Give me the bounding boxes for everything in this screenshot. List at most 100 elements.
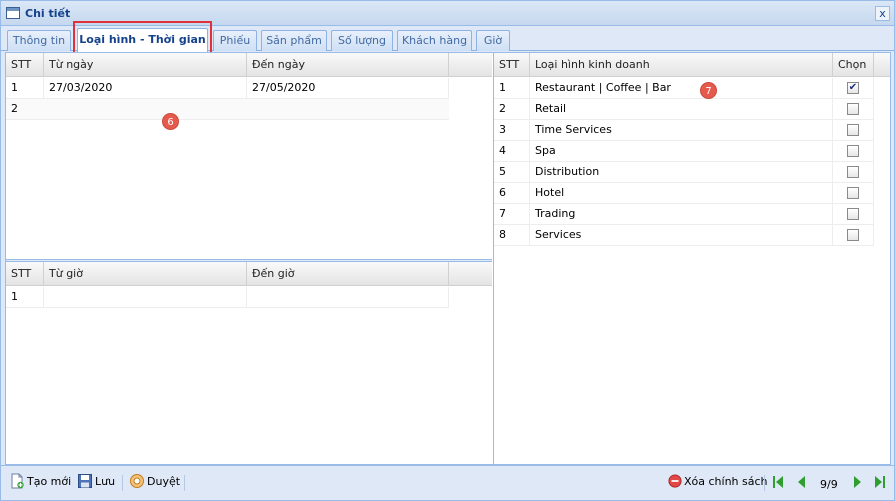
- save-button-label: Lưu: [95, 475, 116, 488]
- checkbox[interactable]: [847, 187, 859, 199]
- table-row[interactable]: 1 27/03/2020 27/05/2020: [6, 78, 449, 99]
- delete-policy-label: Xóa chính sách: [684, 475, 768, 488]
- annotation-badge-6: 6: [162, 113, 179, 130]
- cell-stt: 1: [494, 78, 530, 99]
- tab-phieu[interactable]: Phiếu: [213, 30, 257, 51]
- cell-from-time[interactable]: [44, 287, 247, 308]
- table-row[interactable]: 7 Trading: [494, 204, 874, 225]
- toolbar-separator: [122, 475, 123, 491]
- table-row[interactable]: 1 Restaurant | Coffee | Bar ✔: [494, 78, 874, 99]
- cell-select: [833, 162, 874, 183]
- tab-bar: Thông tin Loại hình - Thời gian Phiếu Sả…: [1, 27, 894, 52]
- annotation-badge-7: 7: [700, 82, 717, 99]
- checkbox[interactable]: [847, 103, 859, 115]
- date-grid-header: STT Từ ngày Đến ngày: [6, 53, 492, 77]
- delete-policy-button[interactable]: Xóa chính sách: [668, 473, 768, 493]
- business-type-pane: STT Loại hình kinh doanh Chọn 1 Restauran…: [493, 53, 890, 464]
- time-grid-header: STT Từ giờ Đến giờ: [6, 262, 492, 286]
- new-button[interactable]: Tạo mới: [9, 473, 71, 493]
- col-stt[interactable]: STT: [6, 53, 44, 77]
- col-tu-ngay[interactable]: Từ ngày: [44, 53, 247, 77]
- business-grid-header: STT Loại hình kinh doanh Chọn: [494, 53, 890, 77]
- tab-content: STT Từ ngày Đến ngày 1 27/03/2020 27/05/…: [5, 52, 891, 465]
- last-page-icon[interactable]: [874, 475, 886, 489]
- cell-select: [833, 120, 874, 141]
- save-icon: [78, 474, 92, 488]
- toolbar-separator: [184, 475, 185, 491]
- first-page-icon[interactable]: [772, 475, 784, 489]
- col-stt[interactable]: STT: [494, 53, 530, 77]
- cell-business-type: Spa: [530, 141, 833, 162]
- col-chon[interactable]: Chọn: [833, 53, 874, 77]
- table-row[interactable]: 2 Retail: [494, 99, 874, 120]
- cell-stt: 2: [11, 102, 18, 115]
- col-den-ngay[interactable]: Đến ngày: [247, 53, 449, 77]
- time-range-grid: STT Từ giờ Đến giờ 1: [6, 262, 492, 464]
- table-row[interactable]: 6 Hotel: [494, 183, 874, 204]
- checkbox[interactable]: [847, 166, 859, 178]
- table-row[interactable]: 2: [6, 99, 449, 120]
- cell-business-type: Trading: [530, 204, 833, 225]
- new-document-icon: [11, 473, 24, 489]
- cell-to-date[interactable]: 27/05/2020: [247, 78, 449, 99]
- detail-window: Chi tiết x Thông tin Loại hình - Thời gi…: [0, 0, 895, 501]
- checkbox[interactable]: [847, 145, 859, 157]
- checkbox-checked[interactable]: ✔: [847, 82, 859, 94]
- tab-loai-hinh-thoi-gian[interactable]: Loại hình - Thời gian: [77, 28, 208, 52]
- cell-stt: 8: [494, 225, 530, 246]
- table-row[interactable]: 3 Time Services: [494, 120, 874, 141]
- cell-stt: 1: [6, 78, 44, 99]
- cell-to-time[interactable]: [247, 287, 449, 308]
- cell-select: [833, 204, 874, 225]
- cell-select: [833, 183, 874, 204]
- col-tu-gio[interactable]: Từ giờ: [44, 262, 247, 286]
- approve-button-label: Duyệt: [147, 475, 181, 488]
- cell-stt: 5: [494, 162, 530, 183]
- new-button-label: Tạo mới: [27, 475, 72, 488]
- table-row[interactable]: 1: [6, 287, 449, 308]
- approve-button[interactable]: Duyệt: [129, 473, 180, 493]
- checkbox[interactable]: [847, 208, 859, 220]
- cell-stt: 2: [494, 99, 530, 120]
- checkbox[interactable]: [847, 229, 859, 241]
- date-range-grid: STT Từ ngày Đến ngày 1 27/03/2020 27/05/…: [6, 53, 492, 259]
- table-row[interactable]: 5 Distribution: [494, 162, 874, 183]
- tab-so-luong[interactable]: Số lượng: [331, 30, 393, 51]
- close-icon[interactable]: x: [875, 6, 890, 21]
- cell-business-type: Time Services: [530, 120, 833, 141]
- prev-page-icon[interactable]: [795, 475, 807, 489]
- bottom-toolbar: Tạo mới Lưu Duyệt Xóa chính sách 9/9: [1, 465, 894, 500]
- window-title: Chi tiết: [25, 7, 71, 20]
- cell-stt: 3: [494, 120, 530, 141]
- cell-business-type: Retail: [530, 99, 833, 120]
- col-stt[interactable]: STT: [6, 262, 44, 286]
- left-pane: STT Từ ngày Đến ngày 1 27/03/2020 27/05/…: [6, 53, 492, 464]
- cell-business-type: Restaurant | Coffee | Bar: [530, 78, 833, 99]
- next-page-icon[interactable]: [852, 475, 864, 489]
- approve-icon: [130, 474, 144, 488]
- tab-khach-hang[interactable]: Khách hàng: [397, 30, 472, 51]
- col-loai-hinh[interactable]: Loại hình kinh doanh: [530, 53, 833, 77]
- cell-select: ✔: [833, 78, 874, 99]
- window-titlebar: Chi tiết x: [1, 1, 894, 26]
- cell-from-date[interactable]: 27/03/2020: [44, 78, 247, 99]
- table-row[interactable]: 4 Spa: [494, 141, 874, 162]
- cell-stt: 7: [494, 204, 530, 225]
- toolbar-separator: [764, 475, 765, 491]
- cell-stt: 6: [494, 183, 530, 204]
- table-row[interactable]: 8 Services: [494, 225, 874, 246]
- cell-stt: 1: [6, 287, 44, 308]
- checkbox[interactable]: [847, 124, 859, 136]
- window-icon: [6, 7, 20, 19]
- tab-thong-tin[interactable]: Thông tin: [7, 30, 71, 51]
- cell-business-type: Distribution: [530, 162, 833, 183]
- col-den-gio[interactable]: Đến giờ: [247, 262, 449, 286]
- delete-icon: [668, 474, 682, 488]
- cell-business-type: Services: [530, 225, 833, 246]
- cell-stt: 4: [494, 141, 530, 162]
- cell-business-type: Hotel: [530, 183, 833, 204]
- tab-san-pham[interactable]: Sản phẩm: [261, 30, 327, 51]
- cell-select: [833, 141, 874, 162]
- tab-gio[interactable]: Giờ: [476, 30, 510, 51]
- save-button[interactable]: Lưu: [77, 473, 115, 493]
